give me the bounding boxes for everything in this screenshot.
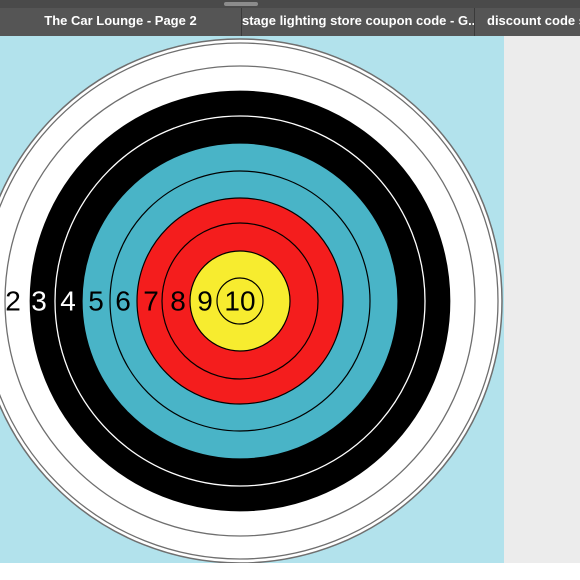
- ring-label-7: 7: [143, 285, 159, 316]
- ring-label-10: 10: [224, 285, 255, 316]
- tab-title: The Car Lounge - Page 2: [44, 13, 197, 28]
- ring-label-9: 9: [197, 285, 213, 316]
- tab-title: discount code sol: [487, 13, 580, 28]
- ring-label-8: 8: [170, 285, 186, 316]
- ring-label-4: 4: [60, 285, 76, 316]
- tab-drag-handle[interactable]: [224, 2, 258, 6]
- browser-window: The Car Lounge - Page 2 stage lighting s…: [0, 0, 580, 580]
- page-bottom-strip: [0, 563, 580, 580]
- tab-discount-code[interactable]: discount code sol: [474, 8, 580, 36]
- archery-target-image: 2 3 4 5 6 7 8 9 10: [0, 36, 504, 563]
- ring-label-6: 6: [115, 285, 131, 316]
- ring-label-3: 3: [31, 285, 47, 316]
- tab-bar: The Car Lounge - Page 2 stage lighting s…: [0, 0, 580, 36]
- tab-the-car-lounge[interactable]: The Car Lounge - Page 2: [0, 8, 241, 36]
- ring-label-2: 2: [5, 285, 21, 316]
- tab-stage-lighting-coupon[interactable]: stage lighting store coupon code - G...: [241, 8, 474, 36]
- archery-target-svg: 2 3 4 5 6 7 8 9 10: [0, 36, 504, 563]
- page-content: 2 3 4 5 6 7 8 9 10: [0, 36, 580, 563]
- ring-label-5: 5: [88, 285, 104, 316]
- tab-title: stage lighting store coupon code - G...: [242, 13, 474, 28]
